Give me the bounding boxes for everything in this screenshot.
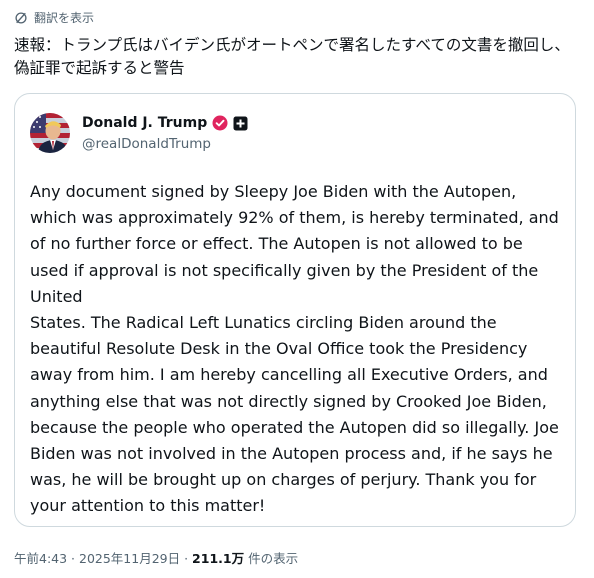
meta-separator: · <box>67 551 79 566</box>
view-count-label: 件の表示 <box>244 551 299 566</box>
author-handle[interactable]: @realDonaldTrump <box>82 136 211 152</box>
post-time[interactable]: 午前4:43 <box>14 548 67 567</box>
meta-separator: · <box>180 551 193 566</box>
author-name-text: Donald J. Trump <box>82 115 208 131</box>
translate-button[interactable]: 翻訳を表示 <box>14 9 94 26</box>
avatar[interactable] <box>30 113 70 153</box>
translate-label: 翻訳を表示 <box>34 11 95 25</box>
post-date[interactable]: 2025年11月29日 <box>79 548 180 567</box>
author-name[interactable]: Donald J. Trump <box>82 115 248 131</box>
post-text: 速報：トランプ氏はバイデン氏がオートペンで署名したすべての文書を撤回し、偽証罪で… <box>14 36 570 77</box>
quoted-post-card[interactable]: Donald J. Trump @realDonaldTrump Any doc… <box>14 93 576 527</box>
translate-icon <box>14 11 28 25</box>
affiliate-badge-icon <box>233 116 248 131</box>
view-count: 211.1万 <box>192 551 245 566</box>
quoted-post-text: Any document signed by Sleepy Joe Biden … <box>30 182 559 516</box>
post-metadata: 午前4:43 · 2025年11月29日 · 211.1万 件の表示 <box>14 548 298 567</box>
verified-badge-icon <box>212 115 228 131</box>
